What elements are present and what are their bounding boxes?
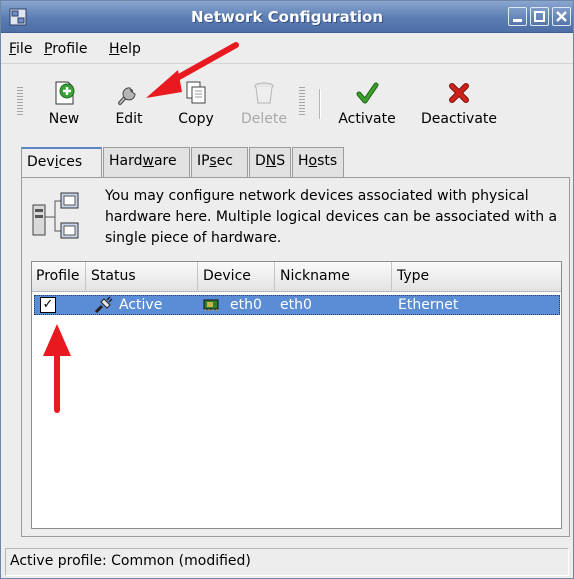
menu-profile-label: rofile bbox=[52, 41, 88, 57]
tab-hardware-post: are bbox=[153, 153, 177, 169]
minimize-button[interactable] bbox=[508, 7, 527, 26]
tab-hosts-mnemonic: o bbox=[308, 153, 318, 169]
tab-dns[interactable]: DNS bbox=[249, 147, 291, 177]
menu-help[interactable]: Help bbox=[109, 41, 141, 57]
x-mark-icon bbox=[449, 83, 469, 103]
maximize-icon bbox=[534, 11, 545, 22]
tab-hardware-mnemonic: w bbox=[142, 153, 154, 169]
menu-file-mnemonic: F bbox=[9, 41, 17, 57]
copy-button[interactable]: Copy bbox=[171, 73, 221, 133]
tab-hardware-pre: Hard bbox=[109, 153, 143, 169]
plug-icon bbox=[94, 296, 113, 314]
copy-label: Copy bbox=[178, 111, 214, 127]
edit-button[interactable]: Edit bbox=[104, 73, 154, 133]
deactivate-button[interactable]: Deactivate bbox=[414, 73, 504, 133]
activate-button[interactable]: Activate bbox=[333, 73, 401, 133]
tab-devices[interactable]: Devices bbox=[21, 147, 102, 179]
status-cell: Active bbox=[119, 297, 163, 313]
status-bar: Active profile: Common (modified) bbox=[5, 548, 569, 576]
nickname-cell: eth0 bbox=[280, 297, 312, 313]
checkmark-icon bbox=[356, 82, 379, 104]
column-header-device[interactable]: Device bbox=[199, 262, 275, 292]
tab-ipsec-pre: IP bbox=[197, 153, 210, 169]
activate-label: Activate bbox=[338, 111, 396, 127]
deactivate-label: Deactivate bbox=[420, 111, 497, 127]
device-cell: eth0 bbox=[230, 297, 262, 313]
menu-profile[interactable]: Profile bbox=[44, 41, 88, 57]
tab-ipsec-mnemonic: s bbox=[209, 153, 217, 169]
status-bar-text: Active profile: Common (modified) bbox=[10, 553, 251, 569]
table-row[interactable]: ✓ Active eth0 eth0 Ethernet bbox=[34, 295, 560, 315]
toolbar-separator bbox=[319, 89, 321, 119]
network-devices-icon bbox=[32, 192, 79, 239]
devices-table[interactable]: Profile Status Device Nickname Type ✓ Ac… bbox=[31, 261, 562, 529]
tab-hardware[interactable]: Hardware bbox=[103, 147, 190, 177]
tab-dns-mnemonic: N bbox=[265, 153, 277, 169]
menu-file[interactable]: File bbox=[9, 41, 32, 57]
delete-button[interactable]: Delete bbox=[235, 73, 293, 133]
wrench-icon bbox=[118, 87, 136, 105]
menu-profile-mnemonic: P bbox=[44, 41, 53, 57]
close-button[interactable] bbox=[552, 7, 571, 26]
type-cell: Ethernet bbox=[398, 297, 459, 313]
tab-dns-pre: D bbox=[255, 153, 266, 169]
menu-file-label: ile bbox=[16, 41, 33, 57]
column-header-status[interactable]: Status bbox=[87, 262, 198, 292]
window-title: Network Configuration bbox=[191, 8, 383, 26]
network-card-icon bbox=[203, 299, 219, 311]
new-button[interactable]: New bbox=[39, 73, 89, 133]
column-header-type[interactable]: Type bbox=[393, 262, 561, 292]
maximize-button[interactable] bbox=[530, 7, 549, 26]
tab-ipsec[interactable]: IPsec bbox=[191, 147, 248, 177]
close-icon bbox=[556, 11, 567, 22]
toolbar-grip-handle[interactable] bbox=[17, 87, 23, 117]
new-icon bbox=[55, 81, 75, 105]
minimize-icon bbox=[513, 19, 522, 22]
table-header: Profile Status Device Nickname Type bbox=[32, 262, 561, 292]
tab-devices-pre: Dev bbox=[27, 154, 55, 170]
copy-icon bbox=[186, 81, 206, 104]
menu-help-mnemonic: H bbox=[109, 41, 120, 57]
tab-hosts-post: sts bbox=[317, 153, 338, 169]
tab-ipsec-post: ec bbox=[216, 153, 233, 169]
tab-dns-post: S bbox=[276, 153, 286, 169]
delete-label: Delete bbox=[241, 111, 287, 127]
trash-icon bbox=[254, 82, 274, 104]
new-label: New bbox=[48, 111, 80, 127]
tab-devices-post: ces bbox=[58, 154, 83, 170]
profile-checkbox[interactable]: ✓ bbox=[40, 297, 56, 313]
tab-hosts[interactable]: Hosts bbox=[292, 147, 344, 177]
title-bar[interactable]: Network Configuration bbox=[1, 1, 573, 33]
menu-bar: File Profile Help bbox=[1, 34, 573, 64]
edit-label: Edit bbox=[115, 111, 143, 127]
devices-info-text: You may configure network devices associ… bbox=[105, 188, 558, 246]
menu-help-label: elp bbox=[119, 41, 141, 57]
tab-hosts-pre: H bbox=[298, 153, 309, 169]
network-configuration-window: Network Configuration File Profile Help … bbox=[0, 0, 574, 579]
column-header-nickname[interactable]: Nickname bbox=[276, 262, 392, 292]
column-header-profile[interactable]: Profile bbox=[32, 262, 86, 292]
toolbar-grip-handle-2[interactable] bbox=[299, 87, 305, 117]
toolbar: New Edit Copy Delete Activate Deactivate bbox=[1, 65, 573, 135]
